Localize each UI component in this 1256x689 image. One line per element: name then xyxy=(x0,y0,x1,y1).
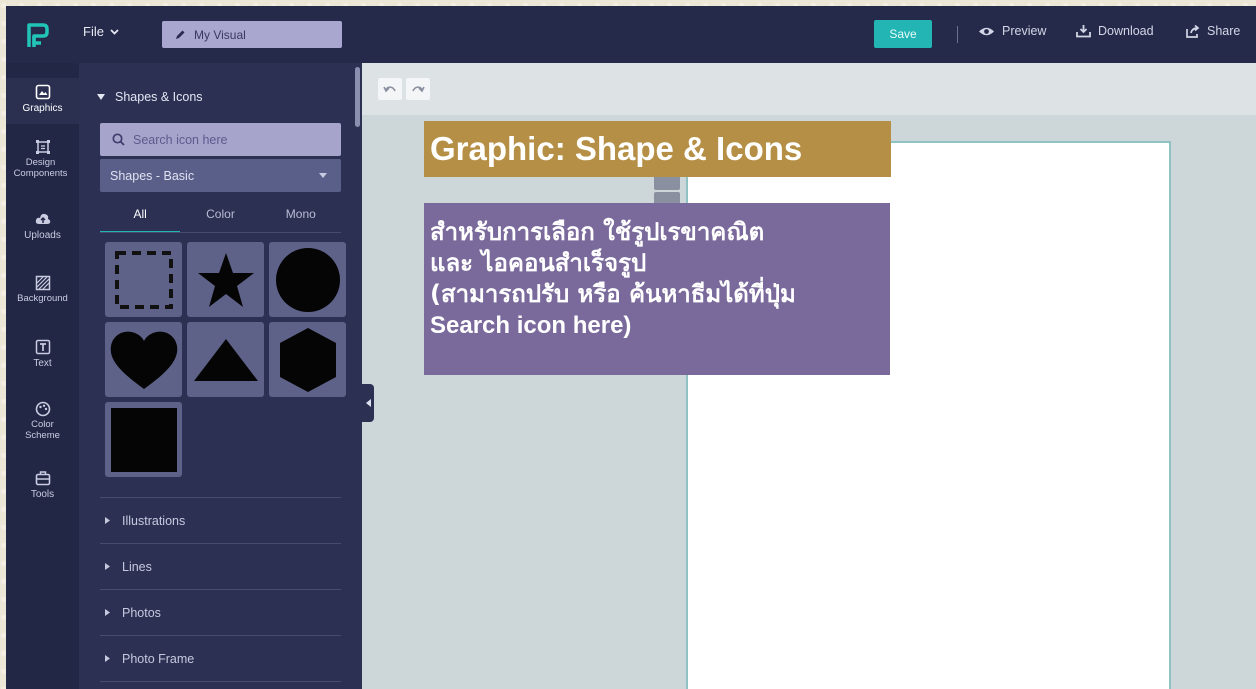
tab-all[interactable]: All xyxy=(100,201,181,233)
dashed-square-icon xyxy=(114,250,173,309)
shape-triangle[interactable] xyxy=(187,322,264,397)
image-icon xyxy=(35,84,50,100)
download-icon xyxy=(1076,25,1091,38)
caret-down-icon xyxy=(319,173,327,178)
accordion-divider xyxy=(100,681,341,689)
file-menu-label: File xyxy=(83,24,104,39)
rail-item-color-scheme[interactable]: Color Scheme xyxy=(6,401,79,442)
save-button[interactable]: Save xyxy=(874,20,932,48)
rail-item-label: Graphics xyxy=(22,103,63,114)
components-icon xyxy=(35,140,50,154)
caret-right-icon xyxy=(105,563,110,570)
background-icon xyxy=(35,275,50,291)
section-title: Shapes & Icons xyxy=(115,90,203,104)
heart-icon xyxy=(110,331,177,389)
collapse-panel-handle[interactable] xyxy=(362,384,374,422)
annotation-line: (สามารถปรับ หรือ ค้นหาธีมได้ที่ปุ่ม xyxy=(430,280,796,308)
icon-search-field[interactable] xyxy=(100,123,341,156)
accordion-illustrations[interactable]: Illustrations xyxy=(100,497,341,543)
star-icon xyxy=(197,252,254,307)
tab-color[interactable]: Color xyxy=(180,201,260,233)
shape-category-value: Shapes - Basic xyxy=(110,168,195,183)
logo-icon xyxy=(27,23,49,47)
accordion-lines[interactable]: Lines xyxy=(100,543,341,589)
annotation-line: Search icon here) xyxy=(430,312,632,339)
document-title-field[interactable]: My Visual xyxy=(162,21,342,48)
share-label: Share xyxy=(1207,24,1241,38)
undo-icon xyxy=(383,86,396,93)
caret-right-icon xyxy=(105,609,110,616)
rail-item-design-components[interactable]: Design Components xyxy=(6,139,79,180)
filter-tabs: All Color Mono xyxy=(100,201,341,233)
document-title: My Visual xyxy=(194,27,246,42)
rail-item-label: Text xyxy=(33,358,52,369)
redo-button[interactable] xyxy=(406,78,430,100)
preview-button[interactable]: Preview xyxy=(978,24,1046,38)
annotation-line: และ ไอคอนสำเร็จรูป xyxy=(430,249,647,277)
undo-button[interactable] xyxy=(378,78,402,100)
top-bar: File My Visual Save Preview Download Sha… xyxy=(6,6,1256,63)
download-button[interactable]: Download xyxy=(1076,24,1154,38)
shape-star[interactable] xyxy=(187,242,264,317)
scrollbar-thumb[interactable] xyxy=(355,67,360,127)
toolbox-icon xyxy=(35,471,50,486)
download-label: Download xyxy=(1098,24,1154,38)
accordion-photo-frame[interactable]: Photo Frame xyxy=(100,635,341,681)
rail-item-graphics[interactable]: Graphics xyxy=(6,78,79,124)
shapes-icons-section-header[interactable]: Shapes & Icons xyxy=(97,90,203,104)
shape-heart[interactable] xyxy=(105,322,182,397)
toolbar-divider xyxy=(957,26,958,43)
pencil-icon xyxy=(176,30,185,39)
rail-item-label: Background xyxy=(17,293,68,304)
caret-right-icon xyxy=(105,655,110,662)
rail-item-label: Uploads xyxy=(24,230,61,241)
rail-item-tools[interactable]: Tools xyxy=(6,470,79,501)
preview-label: Preview xyxy=(1002,24,1047,38)
accordion-photos[interactable]: Photos xyxy=(100,589,341,635)
tab-mono[interactable]: Mono xyxy=(261,201,341,233)
accordion-label: Photo Frame xyxy=(122,651,195,666)
triangle-icon xyxy=(193,338,258,381)
annotation-description: สำหรับการเลือก ใช้รูปเรขาคณิต และ ไอคอนส… xyxy=(424,203,890,375)
hexagon-icon xyxy=(279,327,336,392)
accordion-label: Illustrations xyxy=(122,513,186,528)
rail-item-uploads[interactable]: Uploads xyxy=(6,211,79,242)
eye-icon xyxy=(979,27,994,35)
circle-icon xyxy=(275,247,340,312)
share-icon xyxy=(1186,24,1200,38)
caret-right-icon xyxy=(105,517,110,524)
rail-item-label: Tools xyxy=(30,489,55,500)
redo-icon xyxy=(412,86,425,93)
square-icon xyxy=(110,407,177,472)
rail-item-text[interactable]: Text xyxy=(6,339,79,370)
divider xyxy=(100,232,341,233)
palette-icon xyxy=(35,401,50,417)
share-button[interactable]: Share xyxy=(1186,24,1240,38)
file-menu[interactable]: File xyxy=(83,24,119,39)
shape-circle[interactable] xyxy=(269,242,346,317)
accordion-label: Lines xyxy=(122,559,152,574)
shape-hexagon[interactable] xyxy=(269,322,346,397)
search-icon xyxy=(112,133,125,146)
annotation-title: Graphic: Shape & Icons xyxy=(424,121,891,177)
shape-category-select[interactable]: Shapes - Basic xyxy=(100,159,341,192)
graphics-panel: Shapes & Icons Shapes - Basic All Color … xyxy=(79,63,362,689)
rail-item-label: Design Components xyxy=(13,157,68,179)
left-nav-rail: Graphics Design Components Uploads Backg… xyxy=(6,63,79,689)
panel-scrollbar[interactable] xyxy=(354,63,362,689)
shape-dashed-square[interactable] xyxy=(105,242,182,317)
icon-search-input[interactable] xyxy=(133,132,323,147)
chevron-down-icon xyxy=(110,28,119,35)
cloud-upload-icon xyxy=(35,213,50,224)
rail-item-background[interactable]: Background xyxy=(6,275,79,305)
caret-down-icon xyxy=(97,94,105,100)
accordion-label: Photos xyxy=(122,605,161,620)
chevron-left-icon xyxy=(365,399,371,407)
rail-item-label: Color Scheme xyxy=(25,419,60,441)
annotation-line: สำหรับการเลือก ใช้รูปเรขาคณิต xyxy=(430,218,765,246)
shape-square[interactable] xyxy=(105,402,182,477)
canvas-toolbar xyxy=(362,63,1256,115)
app-window: File My Visual Save Preview Download Sha… xyxy=(6,6,1256,689)
text-icon xyxy=(35,339,50,355)
